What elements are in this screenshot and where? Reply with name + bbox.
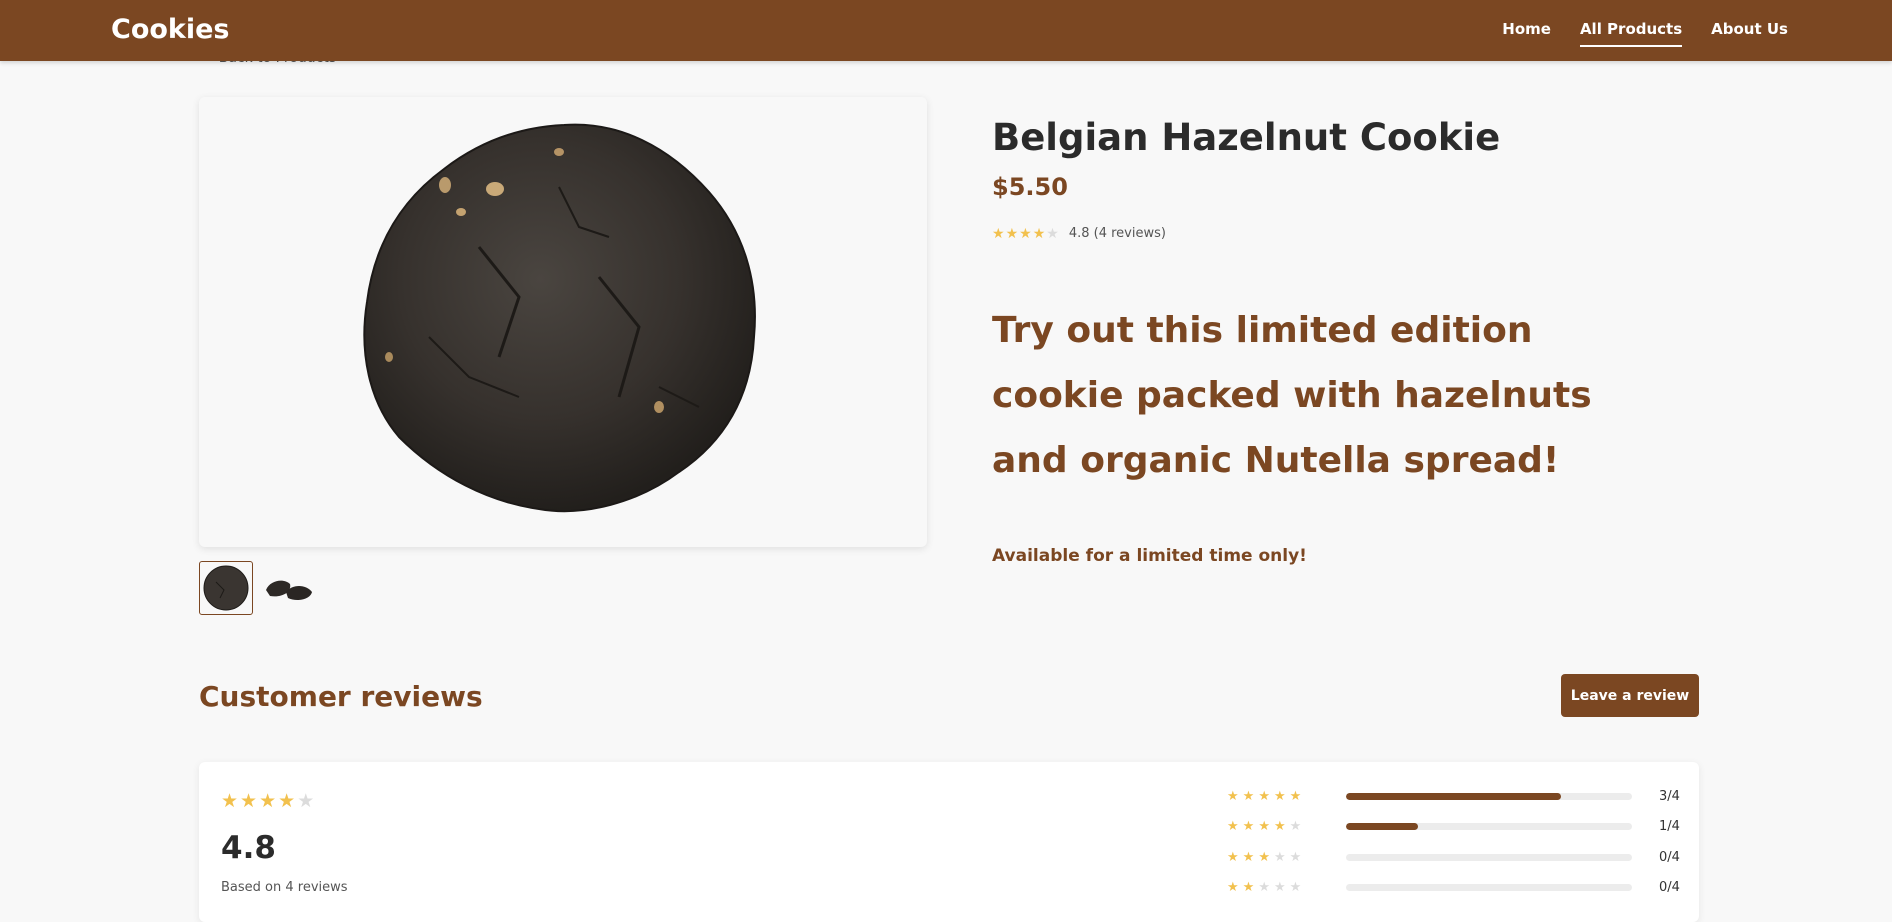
- star-icon: ★: [240, 790, 258, 812]
- rating-breakdown-row-4: ★ ★ ★ ★ ★ 1/4: [1227, 818, 1680, 834]
- product-rating-stars: ★ ★ ★ ★ ★: [992, 227, 1059, 241]
- star-icon: ★: [1258, 849, 1270, 865]
- rating-summary-text: 4.8 (4 reviews): [1068, 226, 1166, 241]
- star-icon: ★: [1227, 849, 1239, 865]
- availability-note: Available for a limited time only!: [992, 546, 1307, 566]
- product-headline: Try out this limited edition cookie pack…: [992, 310, 1592, 481]
- star-empty-icon: ★: [1273, 849, 1286, 865]
- rating-bar: [1346, 792, 1632, 800]
- star-icon: ★: [221, 790, 239, 812]
- star-icon: ★: [1227, 818, 1239, 834]
- leave-review-button[interactable]: Leave a review: [1561, 674, 1699, 717]
- breakdown-stars: ★ ★ ★ ★ ★: [1227, 851, 1338, 864]
- reviews-summary-card: ★ ★ ★ ★ ★ 4.8 Based on 4 reviews ★ ★ ★ ★ ★ 3…: [199, 762, 1699, 922]
- star-empty-icon: ★: [1289, 849, 1302, 865]
- star-icon: ★: [1227, 788, 1239, 804]
- brand-logo[interactable]: Cookies: [111, 14, 230, 45]
- rating-breakdown-row-5: ★ ★ ★ ★ ★ 3/4: [1227, 788, 1680, 804]
- star-icon: ★: [1258, 818, 1270, 834]
- rating-bar: [1346, 853, 1632, 861]
- breakdown-stars: ★ ★ ★ ★ ★: [1227, 820, 1338, 833]
- product-price: $5.50: [992, 173, 1068, 201]
- star-empty-icon: ★: [1289, 879, 1302, 895]
- average-rating-stars: ★ ★ ★ ★ ★: [221, 792, 314, 811]
- product-title: Belgian Hazelnut Cookie: [992, 116, 1501, 159]
- reviews-heading: Customer reviews: [199, 680, 483, 713]
- thumbnail-cookie-whole[interactable]: [199, 561, 253, 615]
- star-icon: ★: [1273, 788, 1286, 804]
- based-on-count: Based on 4 reviews: [221, 880, 348, 895]
- rating-count: 0/4: [1659, 849, 1680, 865]
- star-icon: ★: [1242, 818, 1255, 834]
- star-icon: ★: [1258, 788, 1270, 804]
- breakdown-stars: ★ ★ ★ ★ ★: [1227, 790, 1338, 803]
- average-rating-score: 4.8: [221, 830, 276, 866]
- star-icon: ★: [1242, 849, 1255, 865]
- image-thumbnails: [199, 561, 315, 615]
- cookie-pieces-thumbnail-icon: [266, 580, 312, 600]
- rating-bar-fill: [1346, 822, 1418, 830]
- rating-breakdown-row-2: ★ ★ ★ ★ ★ 0/4: [1227, 879, 1680, 895]
- rating-bar: [1346, 883, 1632, 891]
- nav-link-home[interactable]: Home: [1502, 20, 1551, 47]
- star-empty-icon: ★: [1258, 879, 1270, 895]
- nav-link-all-products[interactable]: All Products: [1579, 20, 1683, 47]
- star-icon: ★: [278, 790, 296, 812]
- star-empty-icon: ★: [1289, 818, 1302, 834]
- thumbnail-cookie-broken[interactable]: [261, 561, 315, 615]
- star-empty-icon: ★: [297, 790, 315, 812]
- nav-links: Home All Products About Us: [1502, 20, 1788, 47]
- cookie-image: [363, 123, 756, 513]
- star-icon: ★: [992, 225, 1005, 242]
- star-icon: ★: [259, 790, 277, 812]
- star-icon: ★: [1273, 818, 1286, 834]
- star-icon: ★: [1032, 225, 1046, 242]
- rating-bar-fill: [1346, 792, 1561, 800]
- cookie-thumbnail-icon: [203, 565, 249, 611]
- star-icon: ★: [1242, 879, 1255, 895]
- star-icon: ★: [1019, 225, 1032, 242]
- rating-breakdown-row-3: ★ ★ ★ ★ ★ 0/4: [1227, 849, 1680, 865]
- nav-link-about-us[interactable]: About Us: [1711, 20, 1788, 47]
- star-empty-icon: ★: [1273, 879, 1286, 895]
- star-icon: ★: [1227, 879, 1239, 895]
- product-main-image: [199, 97, 927, 547]
- rating-count: 0/4: [1659, 879, 1680, 895]
- star-icon: ★: [1289, 788, 1302, 804]
- rating-count: 1/4: [1659, 818, 1680, 834]
- star-icon: ★: [1005, 225, 1019, 242]
- star-icon: ★: [1242, 788, 1255, 804]
- breakdown-stars: ★ ★ ★ ★ ★: [1227, 881, 1338, 894]
- product-rating: ★ ★ ★ ★ ★ 4.8 (4 reviews): [992, 226, 1166, 241]
- rating-bar: [1346, 822, 1632, 830]
- star-empty-icon: ★: [1046, 225, 1059, 242]
- top-navbar: Cookies Home All Products About Us: [0, 0, 1892, 61]
- rating-count: 3/4: [1659, 788, 1680, 804]
